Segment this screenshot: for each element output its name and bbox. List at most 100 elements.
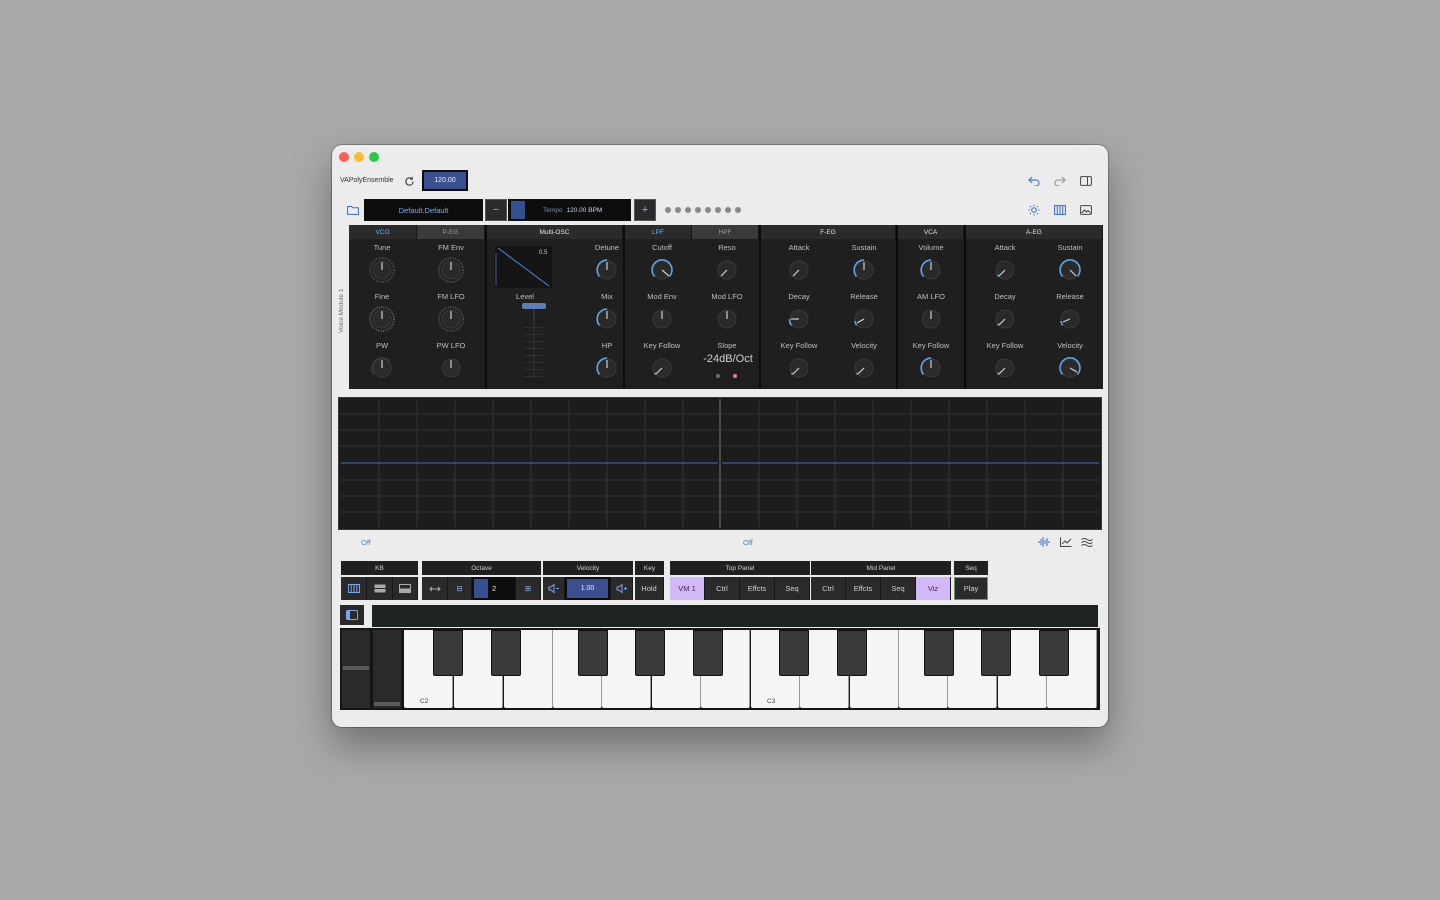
tempo-increase-button[interactable]: + xyxy=(634,199,656,221)
black-key[interactable] xyxy=(578,630,608,676)
am-lfo-knob[interactable] xyxy=(918,306,944,332)
aeg-velocity-knob[interactable] xyxy=(1057,355,1083,381)
mod-lfo-knob[interactable] xyxy=(714,306,740,332)
kb-layout-button[interactable] xyxy=(393,577,418,600)
mid-panel-seq-button[interactable]: Seq xyxy=(881,577,916,600)
mid-panel-effects-button[interactable]: Effcts xyxy=(846,577,881,600)
feg-attack-knob[interactable] xyxy=(786,257,812,283)
image-icon[interactable] xyxy=(1079,203,1093,217)
sync-icon[interactable] xyxy=(402,174,416,188)
feg-sustain-knob[interactable] xyxy=(851,257,877,283)
preset-name[interactable]: Default.Default xyxy=(364,199,483,221)
mix-knob[interactable] xyxy=(594,306,620,332)
line-chart-icon[interactable] xyxy=(1059,536,1073,548)
mod-env-knob[interactable] xyxy=(649,306,675,332)
kb-keys-button[interactable] xyxy=(341,577,367,600)
cutoff-knob[interactable] xyxy=(649,257,675,283)
page-dot[interactable] xyxy=(695,207,701,213)
tab-p-eg[interactable]: P-EG xyxy=(417,225,485,239)
aeg-key-follow-knob[interactable] xyxy=(992,355,1018,381)
keyboard-sidebar-button[interactable] xyxy=(340,605,364,625)
fm-lfo-knob[interactable] xyxy=(438,306,464,332)
feg-release-knob[interactable] xyxy=(851,306,877,332)
slope-value[interactable]: -24dB/Oct xyxy=(693,353,763,365)
reso-knob[interactable] xyxy=(714,257,740,283)
page-dot[interactable] xyxy=(735,207,741,213)
waveform-icon[interactable] xyxy=(1037,536,1051,548)
top-panel-ctrl-button[interactable]: Ctrl xyxy=(705,577,740,600)
page-dot[interactable] xyxy=(665,207,671,213)
mod-wheel[interactable] xyxy=(373,630,401,708)
octave-display[interactable]: 2 xyxy=(472,577,516,600)
black-key[interactable] xyxy=(981,630,1011,676)
maximize-window-button[interactable] xyxy=(369,152,379,162)
black-key[interactable] xyxy=(693,630,723,676)
undo-icon[interactable] xyxy=(1027,174,1041,188)
slope-dot-off[interactable] xyxy=(716,374,720,378)
preset-page-dots[interactable] xyxy=(665,207,741,213)
aeg-sustain-knob[interactable] xyxy=(1057,257,1083,283)
pitch-wheel-handle[interactable] xyxy=(343,666,369,670)
page-dot[interactable] xyxy=(675,207,681,213)
page-dot[interactable] xyxy=(715,207,721,213)
mod-wheel-handle[interactable] xyxy=(374,702,400,706)
octave-down-button[interactable]: ⊟ xyxy=(448,577,472,600)
minimize-window-button[interactable] xyxy=(354,152,364,162)
pitch-wheel[interactable] xyxy=(342,630,370,708)
aeg-decay-knob[interactable] xyxy=(992,306,1018,332)
page-dot[interactable] xyxy=(705,207,711,213)
octave-up-button[interactable]: ⊞ xyxy=(516,577,541,600)
sidebar-toggle-icon[interactable] xyxy=(1079,174,1093,188)
hold-button[interactable]: Hold xyxy=(635,577,664,600)
top-panel-seq-button[interactable]: Seq xyxy=(775,577,810,600)
filter-key-follow-knob[interactable] xyxy=(649,355,675,381)
left-viz-status[interactable]: Off xyxy=(361,538,371,547)
redo-icon[interactable] xyxy=(1053,174,1067,188)
brightness-icon[interactable] xyxy=(1027,203,1041,217)
pw-knob[interactable] xyxy=(369,355,395,381)
right-viz-status[interactable]: Off xyxy=(743,538,753,547)
tab-vco[interactable]: VCO xyxy=(349,225,417,239)
black-key[interactable] xyxy=(1039,630,1069,676)
black-key[interactable] xyxy=(779,630,809,676)
feg-key-follow-knob[interactable] xyxy=(786,355,812,381)
velocity-down-button[interactable] xyxy=(543,577,565,600)
level-slider[interactable] xyxy=(522,303,546,383)
top-panel-vm1-button[interactable]: VM 1 xyxy=(670,577,705,600)
tab-lpf[interactable]: LPF xyxy=(625,225,692,239)
feg-decay-knob[interactable] xyxy=(786,306,812,332)
volume-knob[interactable] xyxy=(918,257,944,283)
play-button[interactable]: Play xyxy=(954,577,988,600)
pw-lfo-knob[interactable] xyxy=(438,355,464,381)
close-window-button[interactable] xyxy=(339,152,349,162)
black-key[interactable] xyxy=(635,630,665,676)
keyboard-scroll-bar[interactable] xyxy=(372,605,1098,627)
level-slider-handle[interactable] xyxy=(522,303,546,309)
tempo-slider[interactable]: Tempo 120.00 BPM xyxy=(508,199,631,221)
keyboard-icon[interactable] xyxy=(1053,203,1067,217)
page-dot[interactable] xyxy=(725,207,731,213)
aeg-attack-knob[interactable] xyxy=(992,257,1018,283)
hp-knob[interactable] xyxy=(594,355,620,381)
black-key[interactable] xyxy=(837,630,867,676)
page-dot[interactable] xyxy=(685,207,691,213)
octave-range-button[interactable] xyxy=(422,577,448,600)
tempo-display[interactable]: 120.00 xyxy=(422,170,468,191)
folder-icon[interactable] xyxy=(346,203,360,217)
kb-split-button[interactable] xyxy=(367,577,393,600)
velocity-display[interactable]: 1.00 xyxy=(565,577,611,600)
velocity-up-button[interactable] xyxy=(611,577,633,600)
mid-panel-viz-button[interactable]: Viz xyxy=(916,577,951,600)
mid-panel-ctrl-button[interactable]: Ctrl xyxy=(811,577,846,600)
tune-knob[interactable] xyxy=(369,257,395,283)
fm-env-knob[interactable] xyxy=(438,257,464,283)
tempo-decrease-button[interactable]: − xyxy=(485,199,507,221)
tab-hpf[interactable]: HPF xyxy=(692,225,759,239)
slope-dot-on[interactable] xyxy=(733,374,737,378)
top-panel-effects-button[interactable]: Effcts xyxy=(740,577,775,600)
black-key[interactable] xyxy=(491,630,521,676)
black-key[interactable] xyxy=(924,630,954,676)
fine-knob[interactable] xyxy=(369,306,395,332)
detune-knob[interactable] xyxy=(594,257,620,283)
aeg-release-knob[interactable] xyxy=(1057,306,1083,332)
